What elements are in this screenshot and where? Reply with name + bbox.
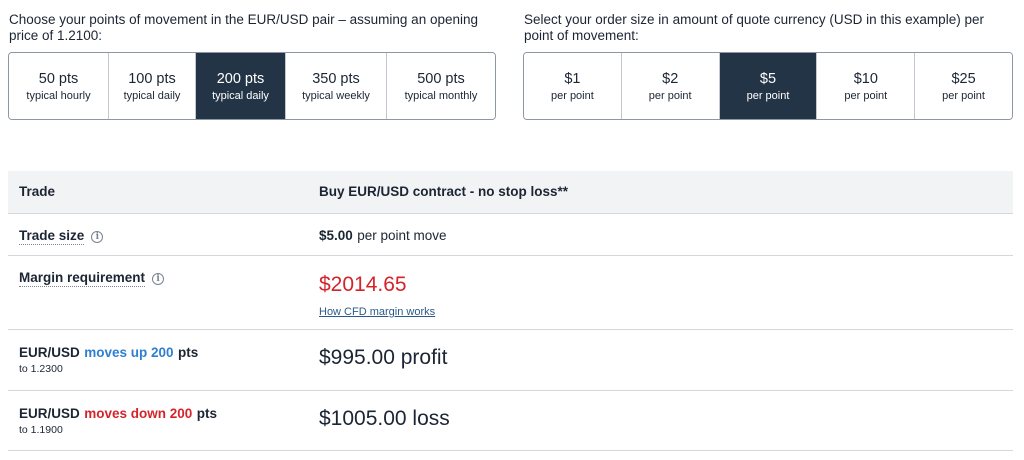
option-sublabel: typical hourly <box>26 89 91 102</box>
option-sublabel: per point <box>942 89 985 102</box>
points-option-50[interactable]: 50 pts typical hourly <box>9 53 109 119</box>
info-icon[interactable]: i <box>152 273 165 285</box>
option-label: 500 pts <box>417 70 465 87</box>
margin-row: Margin requirement i $2014.65 How CFD mar… <box>8 256 1013 330</box>
option-sublabel: per point <box>550 89 594 102</box>
option-label: $25 <box>951 70 976 87</box>
margin-label: Margin requirement i <box>19 270 165 287</box>
header-trade-value: Buy EUR/USD contract - no stop loss** <box>319 184 569 199</box>
option-label: 100 pts <box>128 70 176 87</box>
move-down-result: $1005.00 loss <box>319 407 450 430</box>
move-down-target: to 1.1900 <box>19 424 63 436</box>
move-up-result: $995.00 profit <box>319 346 448 369</box>
option-sublabel: typical weekly <box>302 89 370 102</box>
move-up-row: EUR/USD moves up 200 pts to 1.2300 $995.… <box>8 330 1013 391</box>
move-up-unit: pts <box>177 345 199 360</box>
trade-size-row: Trade size i $5.00 per point move <box>8 214 1013 256</box>
option-label: 50 pts <box>38 70 79 87</box>
option-sublabel: per point <box>746 89 790 102</box>
size-option-2[interactable]: $2 per point <box>621 53 720 119</box>
points-option-500[interactable]: 500 pts typical monthly <box>387 53 495 119</box>
trade-table: Trade Buy EUR/USD contract - no stop los… <box>8 171 1013 451</box>
option-sublabel: typical daily <box>123 89 181 102</box>
order-size-prompt: Select your order size in amount of quot… <box>524 12 984 43</box>
option-label: $5 <box>759 70 777 87</box>
margin-help-link[interactable]: How CFD margin works <box>319 306 435 318</box>
size-option-5[interactable]: $5 per point <box>719 53 818 119</box>
header-trade-label: Trade <box>19 184 56 199</box>
order-size-selector: $1 per point $2 per point $5 per point $… <box>523 52 1013 120</box>
points-prompt: Choose your points of movement in the EU… <box>9 12 478 43</box>
trade-size-suffix: per point move <box>357 228 447 243</box>
trade-size-text: Trade size <box>19 228 85 245</box>
points-option-100[interactable]: 100 pts typical daily <box>109 53 196 119</box>
move-up-pair: EUR/USD <box>19 345 80 360</box>
points-option-200[interactable]: 200 pts typical daily <box>196 53 286 119</box>
margin-amount: $2014.65 <box>319 273 407 296</box>
points-option-350[interactable]: 350 pts typical weekly <box>286 53 387 119</box>
trade-size-label: Trade size i <box>19 228 104 245</box>
option-label: $2 <box>662 70 679 87</box>
move-up-target: to 1.2300 <box>19 363 63 375</box>
trade-size-amount: $5.00 <box>319 228 353 243</box>
option-label: 350 pts <box>312 70 360 87</box>
move-down-unit: pts <box>196 406 217 421</box>
option-sublabel: per point <box>844 89 888 102</box>
option-label: $1 <box>564 70 581 87</box>
info-icon[interactable]: i <box>91 231 104 243</box>
move-down-label: EUR/USD moves down 200 pts <box>19 405 217 423</box>
move-up-label: EUR/USD moves up 200 pts <box>19 344 198 362</box>
move-up-amount: moves up 200 <box>84 345 174 360</box>
trade-size-value: $5.00 per point move <box>319 227 447 245</box>
size-option-25[interactable]: $25 per point <box>915 53 1012 119</box>
option-label: 200 pts <box>216 70 265 87</box>
size-option-10[interactable]: $10 per point <box>817 53 916 119</box>
size-option-1[interactable]: $1 per point <box>524 53 622 119</box>
move-down-amount: moves down 200 <box>84 406 193 421</box>
option-sublabel: typical daily <box>212 89 269 102</box>
points-selector: 50 pts typical hourly 100 pts typical da… <box>8 52 496 120</box>
move-down-row: EUR/USD moves down 200 pts to 1.1900 $10… <box>8 391 1013 451</box>
move-down-pair: EUR/USD <box>19 406 80 421</box>
option-label: $10 <box>853 70 878 87</box>
table-header-row: Trade Buy EUR/USD contract - no stop los… <box>8 171 1013 214</box>
option-sublabel: typical monthly <box>404 89 478 102</box>
option-sublabel: per point <box>648 89 692 102</box>
margin-text: Margin requirement <box>19 270 146 287</box>
